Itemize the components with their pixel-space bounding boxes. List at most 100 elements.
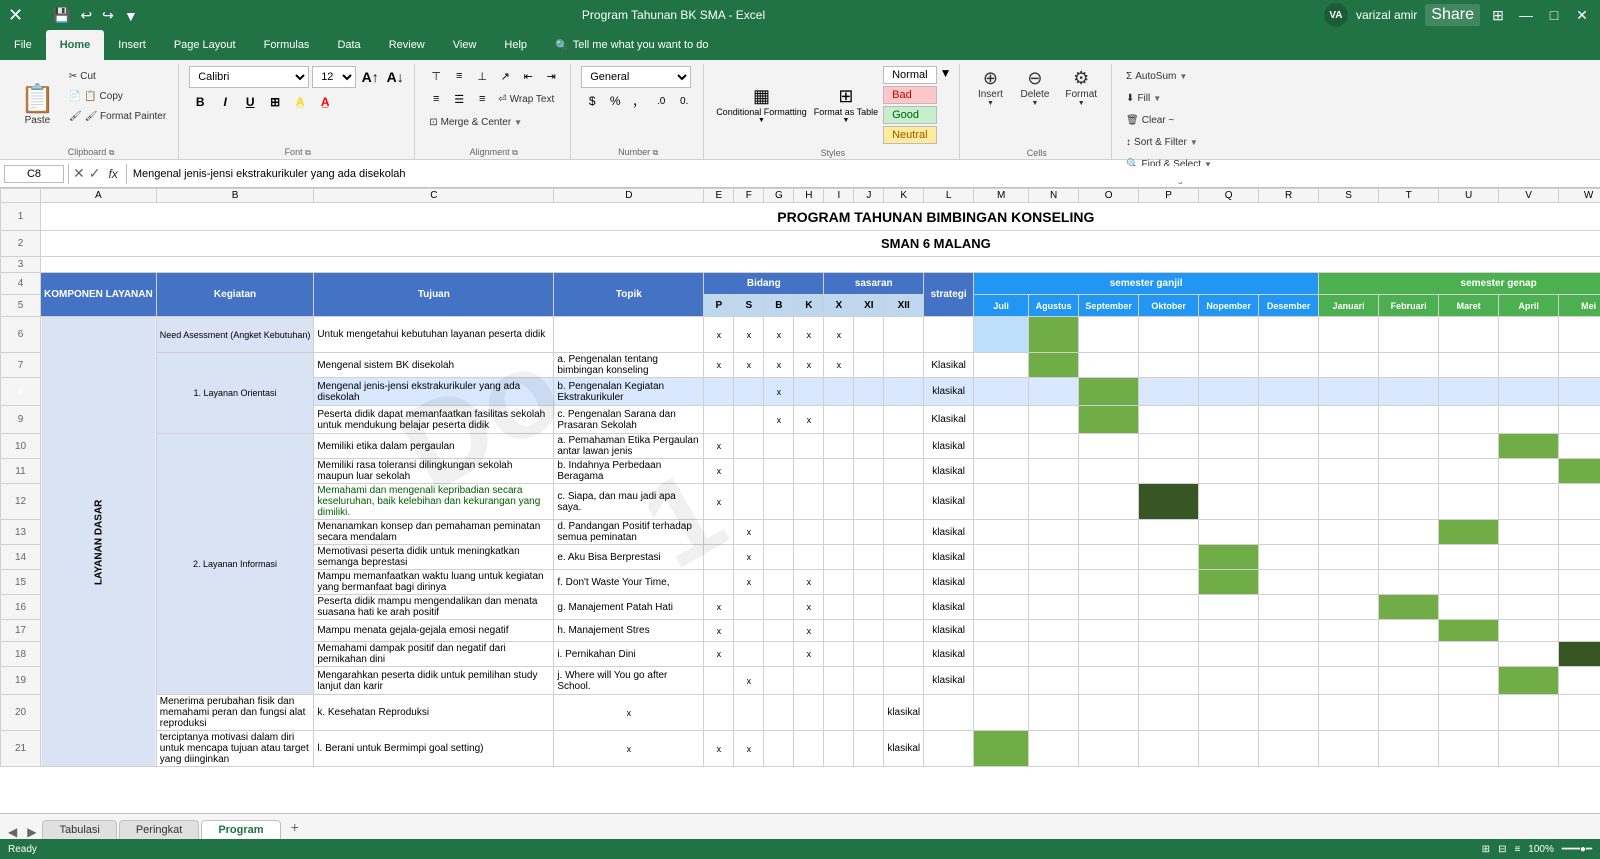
tab-file[interactable]: File <box>0 30 46 60</box>
r19-p[interactable] <box>704 667 734 695</box>
r9-mei[interactable] <box>1559 406 1600 434</box>
r7-nopember[interactable] <box>1199 353 1259 378</box>
row10-tujuan[interactable]: Memiliki etika dalam pergaulan <box>314 434 554 459</box>
r10-juli[interactable] <box>974 434 1029 459</box>
r14-september[interactable] <box>1079 545 1139 570</box>
r15-juli[interactable] <box>974 570 1029 595</box>
r8-maret[interactable] <box>1439 378 1499 406</box>
r8-juli[interactable] <box>974 378 1029 406</box>
r9-maret[interactable] <box>1439 406 1499 434</box>
r14-mei[interactable] <box>1559 545 1600 570</box>
r7-xii[interactable] <box>884 353 924 378</box>
r21-agustus[interactable] <box>974 731 1029 767</box>
col-header-q[interactable]: Q <box>1199 189 1259 203</box>
na-september[interactable] <box>1079 317 1139 353</box>
col-header-j[interactable]: J <box>854 189 884 203</box>
r9-februari[interactable] <box>1379 406 1439 434</box>
na-xi[interactable] <box>854 317 884 353</box>
r21-p[interactable]: x <box>554 731 704 767</box>
r11-xi[interactable] <box>854 459 884 484</box>
r11-nopember[interactable] <box>1199 459 1259 484</box>
na-s[interactable]: x <box>734 317 764 353</box>
scroll-right-button[interactable]: ▶ <box>23 825 40 839</box>
style-neutral-button[interactable]: Neutral <box>883 126 936 144</box>
r15-mei[interactable] <box>1559 570 1600 595</box>
style-good-button[interactable]: Good <box>883 106 936 124</box>
r7-maret[interactable] <box>1439 353 1499 378</box>
customize-qa-button[interactable]: ▼ <box>121 6 141 26</box>
font-color-button[interactable]: A̲ <box>314 91 336 113</box>
r15-februari[interactable] <box>1379 570 1439 595</box>
na-b[interactable]: x <box>764 317 794 353</box>
r7-september[interactable] <box>1079 353 1139 378</box>
row13-tujuan[interactable]: Menanamkan konsep dan pemahaman peminata… <box>314 520 554 545</box>
r18-desember[interactable] <box>1259 642 1319 667</box>
r14-xii[interactable] <box>884 545 924 570</box>
r12-xi[interactable] <box>854 484 884 520</box>
r21-mei[interactable] <box>1499 731 1559 767</box>
r16-mei[interactable] <box>1559 595 1600 620</box>
r8-xi[interactable] <box>854 378 884 406</box>
number-format-select[interactable]: General <box>581 66 691 88</box>
r21-b[interactable]: x <box>734 731 764 767</box>
row10-topik[interactable]: a. Pemahaman Etika Pergaulan antar lawan… <box>554 434 704 459</box>
r9-b[interactable]: x <box>764 406 794 434</box>
r19-s[interactable]: x <box>734 667 764 695</box>
na-agustus[interactable] <box>1029 317 1079 353</box>
title-cell-1[interactable]: PROGRAM TAHUNAN BIMBINGAN KONSELING <box>41 203 1600 231</box>
r16-nopember[interactable] <box>1199 595 1259 620</box>
r7-x[interactable]: x <box>824 353 854 378</box>
add-sheet-button[interactable]: + <box>283 816 307 838</box>
scroll-left-button[interactable]: ◀ <box>4 825 21 839</box>
align-left-button[interactable]: ≡ <box>425 89 447 109</box>
r8-k[interactable] <box>794 378 824 406</box>
r12-juli[interactable] <box>974 484 1029 520</box>
r12-september[interactable] <box>1079 484 1139 520</box>
r7-xi[interactable] <box>854 353 884 378</box>
r11-juli[interactable] <box>974 459 1029 484</box>
na-juli[interactable] <box>974 317 1029 353</box>
r9-p[interactable] <box>704 406 734 434</box>
col-header-t[interactable]: T <box>1379 189 1439 203</box>
r21-s[interactable]: x <box>704 731 734 767</box>
r7-oktober[interactable] <box>1139 353 1199 378</box>
font-size-select[interactable]: 12 <box>312 66 356 88</box>
r10-januari[interactable] <box>1319 434 1379 459</box>
r15-s[interactable]: x <box>734 570 764 595</box>
r18-oktober[interactable] <box>1139 642 1199 667</box>
r10-strategi[interactable]: klasikal <box>924 434 974 459</box>
na-xii[interactable] <box>884 317 924 353</box>
r10-maret[interactable] <box>1439 434 1499 459</box>
r17-mei[interactable] <box>1559 620 1600 642</box>
row9-tujuan[interactable]: Peserta didik dapat memanfaatkan fasilit… <box>314 406 554 434</box>
r15-xi[interactable] <box>854 570 884 595</box>
r15-agustus[interactable] <box>1029 570 1079 595</box>
r21-oktober[interactable] <box>1079 731 1139 767</box>
r21-nopember[interactable] <box>1139 731 1199 767</box>
r7-agustus[interactable] <box>1029 353 1079 378</box>
r16-september[interactable] <box>1079 595 1139 620</box>
col-header-s[interactable]: S <box>1319 189 1379 203</box>
r13-juli[interactable] <box>974 520 1029 545</box>
r8-s[interactable] <box>734 378 764 406</box>
r12-maret[interactable] <box>1439 484 1499 520</box>
tab-page-layout[interactable]: Page Layout <box>160 30 250 60</box>
r16-x[interactable] <box>824 595 854 620</box>
close-button[interactable]: ✕ <box>1572 5 1592 25</box>
row12-topik[interactable]: c. Siapa, dan mau jadi apa saya. <box>554 484 704 520</box>
r17-xi[interactable] <box>854 620 884 642</box>
r10-oktober[interactable] <box>1139 434 1199 459</box>
r17-agustus[interactable] <box>1029 620 1079 642</box>
currency-button[interactable]: $ <box>581 91 603 111</box>
r20-maret[interactable] <box>1379 695 1439 731</box>
style-normal-button[interactable]: Normal <box>883 66 936 84</box>
row21-topik[interactable]: l. Berani untuk Bermimpi goal setting) <box>314 731 554 767</box>
r18-januari[interactable] <box>1319 642 1379 667</box>
r15-p[interactable] <box>704 570 734 595</box>
r9-nopember[interactable] <box>1199 406 1259 434</box>
r20-xii[interactable] <box>854 695 884 731</box>
format-cells-button[interactable]: ⚙ Format ▼ <box>1059 66 1103 109</box>
align-bottom-button[interactable]: ⊥ <box>471 66 493 86</box>
r10-april[interactable] <box>1499 434 1559 459</box>
row9-topik[interactable]: c. Pengenalan Sarana dan Prasaran Sekola… <box>554 406 704 434</box>
